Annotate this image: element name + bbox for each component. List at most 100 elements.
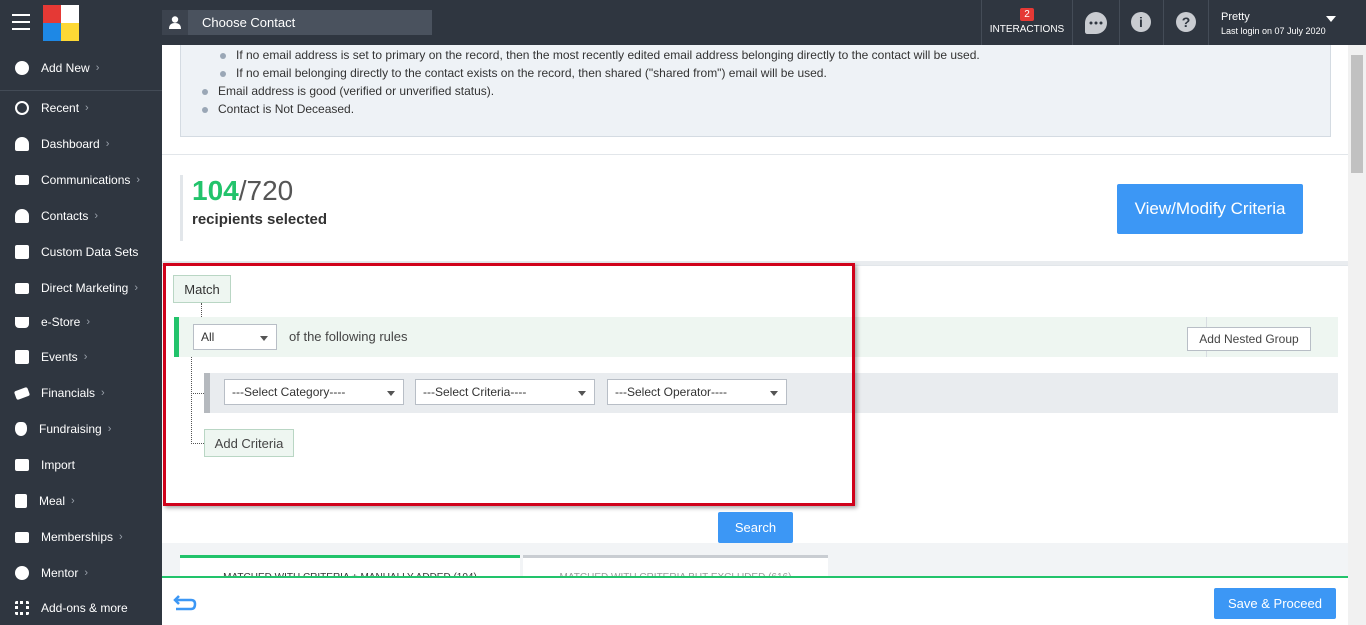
sidebar-item-mentor[interactable]: Mentor › (0, 558, 162, 588)
sidebar-item-custom-data-sets[interactable]: Custom Data Sets (0, 237, 162, 267)
tab-matched-but-excluded[interactable]: MATCHED WITH CRITERIA BUT EXCLUDED (616) (523, 555, 828, 577)
sidebar-item-meal[interactable]: Meal › (0, 486, 162, 516)
mentor-icon (15, 566, 29, 580)
divider (162, 154, 1348, 155)
recipients-counter: 104/720 recipients selected (180, 175, 327, 241)
criteria-builder: Match All of the following rules Add Nes… (162, 263, 1348, 506)
chevron-right-icon: › (107, 423, 112, 435)
sidebar-item-fundraising[interactable]: Fundraising › (0, 414, 162, 444)
scrollbar-thumb[interactable] (1351, 55, 1363, 173)
last-login: Last login on 07 July 2020 (1221, 26, 1326, 36)
data-sets-icon (15, 245, 29, 259)
footer-bar: Save & Proceed (162, 576, 1348, 625)
chevron-right-icon: › (105, 138, 110, 150)
help-icon[interactable]: ? (1176, 12, 1196, 32)
sidebar-item-add-ons[interactable]: Add-ons & more (0, 593, 162, 623)
chevron-down-icon (1326, 16, 1336, 22)
info-box: If no email address is set to primary on… (180, 45, 1331, 137)
chevron-right-icon: › (94, 210, 99, 222)
user-menu[interactable]: Pretty Last login on 07 July 2020 (1221, 11, 1336, 36)
chat-icon[interactable] (1085, 12, 1107, 34)
chevron-right-icon: › (101, 387, 105, 399)
view-modify-criteria-button[interactable]: View/Modify Criteria (1117, 184, 1303, 234)
total-count: /720 (238, 175, 294, 206)
back-arrow-icon[interactable] (173, 594, 197, 616)
sidebar-item-label: Recent (41, 101, 80, 115)
sidebar-item-label: Add-ons & more (41, 601, 128, 615)
envelope-icon (15, 175, 29, 185)
menu-icon[interactable] (12, 14, 30, 30)
sidebar-item-label: Import (41, 458, 76, 472)
recipients-label: recipients selected (192, 211, 328, 228)
info-icon[interactable]: i (1131, 12, 1151, 32)
tab-matched-with-criteria[interactable]: MATCHED WITH CRITERIA + MANUALLY ADDED (… (180, 555, 520, 577)
history-icon (15, 101, 29, 115)
import-icon (15, 459, 29, 471)
interactions-button[interactable]: 2 INTERACTIONS (982, 0, 1072, 45)
sidebar-item-financials[interactable]: Financials › (0, 378, 162, 408)
sidebar-item-label: Events (41, 350, 78, 364)
money-bag-icon (15, 422, 27, 436)
selected-count: 104 (192, 175, 239, 206)
chevron-right-icon: › (84, 567, 89, 579)
sidebar-item-label: Communications (41, 173, 131, 187)
user-icon (162, 10, 188, 35)
sidebar-item-e-store[interactable]: e-Store › (0, 307, 162, 337)
sidebar-item-label: Custom Data Sets (41, 245, 139, 259)
save-proceed-button[interactable]: Save & Proceed (1214, 588, 1336, 619)
chevron-right-icon: › (134, 282, 139, 294)
info-bullet: If no email address is set to primary on… (220, 48, 980, 62)
sidebar-item-label: Add New (41, 61, 90, 75)
sidebar-item-events[interactable]: Events › (0, 342, 162, 372)
grid-icon (15, 601, 29, 615)
sidebar-item-contacts[interactable]: Contacts › (0, 201, 162, 231)
sidebar-item-label: Contacts (41, 209, 89, 223)
chevron-right-icon: › (136, 174, 141, 186)
meal-icon (15, 494, 27, 508)
calendar-icon (15, 350, 29, 364)
chevron-right-icon: › (119, 531, 123, 543)
sidebar-item-label: Mentor (41, 566, 79, 580)
chevron-right-icon: › (71, 495, 75, 507)
sidebar-item-communications[interactable]: Communications › (0, 165, 162, 195)
sidebar-item-memberships[interactable]: Memberships › (0, 522, 162, 552)
choose-contact-field[interactable]: Choose Contact (162, 10, 432, 35)
sidebar-item-import[interactable]: Import (0, 450, 162, 480)
divider (1072, 0, 1073, 45)
sidebar-item-label: Fundraising (39, 422, 102, 436)
top-bar: Choose Contact 2 INTERACTIONS i ? Pretty… (0, 0, 1366, 45)
interactions-count-badge: 2 (1020, 8, 1034, 21)
membership-card-icon (15, 531, 29, 543)
app-logo[interactable] (43, 5, 79, 41)
highlight-box (163, 263, 855, 506)
info-bullet: Email address is good (verified or unver… (201, 84, 495, 98)
divider (0, 90, 162, 91)
info-bullet: Contact is Not Deceased. (201, 102, 355, 116)
sidebar-item-label: Direct Marketing (41, 281, 129, 295)
sidebar-item-label: Meal (39, 494, 66, 508)
scrollbar[interactable] (1348, 45, 1366, 625)
chevron-right-icon: › (95, 62, 100, 74)
divider (1119, 0, 1120, 45)
sidebar-item-add-new[interactable]: Add New › (0, 53, 162, 83)
dashboard-icon (15, 137, 29, 151)
sidebar-item-direct-marketing[interactable]: Direct Marketing › (0, 273, 162, 303)
sidebar-item-label: Financials (41, 386, 96, 400)
cart-icon (15, 316, 29, 328)
add-nested-group-button[interactable]: Add Nested Group (1187, 327, 1311, 351)
sidebar-item-recent[interactable]: Recent › (0, 93, 162, 123)
chevron-right-icon: › (86, 316, 91, 328)
sidebar-item-label: e-Store (41, 315, 81, 329)
sidebar: Add New › Recent › Dashboard › Communica… (0, 45, 162, 625)
plus-circle-icon (15, 61, 29, 75)
main-content: If no email address is set to primary on… (162, 45, 1348, 625)
choose-contact-label: Choose Contact (202, 15, 296, 30)
chevron-right-icon: › (85, 102, 89, 114)
sidebar-item-dashboard[interactable]: Dashboard › (0, 129, 162, 159)
sidebar-item-label: Memberships (41, 530, 114, 544)
chevron-right-icon: › (83, 351, 88, 363)
divider (1163, 0, 1164, 45)
user-name: Pretty (1221, 11, 1250, 23)
marketing-icon (15, 282, 29, 294)
search-button[interactable]: Search (718, 512, 793, 543)
